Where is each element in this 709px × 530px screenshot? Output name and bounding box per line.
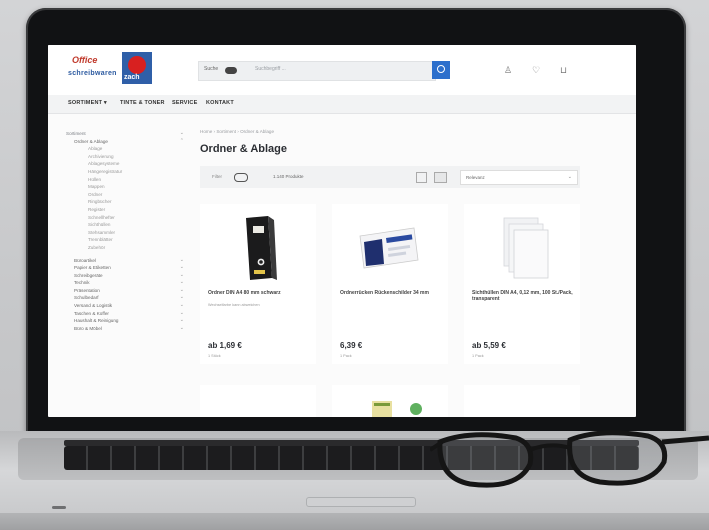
sidebar-item[interactable]: Ringbücher [66, 198, 184, 206]
product-name[interactable]: Sichthüllen DIN A4, 0,12 mm, 100 St./Pac… [472, 290, 576, 303]
sidebar-item[interactable]: Präsentation ⌄ [66, 287, 184, 295]
product-name[interactable]: Ordner DIN A4 80 mm schwarz [208, 290, 312, 296]
sidebar-item[interactable]: Ablage [66, 145, 184, 153]
sidebar-item[interactable]: Sortiment ⌄ [66, 130, 184, 138]
sidebar-item[interactable]: Papier & Etiketten ⌄ [66, 264, 184, 272]
sidebar-item[interactable]: Mappen [66, 183, 184, 191]
laptop-screen: Office schreibwaren zach Suche Suchbegri… [48, 45, 636, 417]
wishlist-icon[interactable]: ♡ [532, 65, 542, 75]
product-card[interactable]: Sichthüllen DIN A4, 0,12 mm, 100 St./Pac… [464, 204, 580, 364]
sheet-protector-product-image [503, 217, 549, 279]
grid-view-icon[interactable] [416, 172, 427, 183]
nav-item-kontakt[interactable]: KONTAKT [206, 100, 234, 106]
sidebar-item[interactable]: Schulbedarf ⌄ [66, 294, 184, 302]
main-nav: SORTIMENT ▾ TINTE & TONER SERVICE KONTAK… [48, 95, 636, 114]
search-bar[interactable]: Suche Suchbegriff ... [198, 61, 436, 81]
product-price: ab 1,69 € [208, 341, 242, 350]
sidebar-item[interactable]: Ordner & Ablage ⌃ [66, 138, 184, 146]
sidebar-item[interactable]: Hüllen [66, 176, 184, 184]
category-sidebar: Sortiment ⌄ Ordner & Ablage ⌃ Ablage Archi… [66, 130, 184, 332]
sidebar-item[interactable]: Technik ⌄ [66, 279, 184, 287]
list-view-icon[interactable] [434, 172, 447, 183]
sidebar-item[interactable]: Schnellhefter [66, 214, 184, 222]
sidebar-item[interactable]: Trennblätter [66, 236, 184, 244]
sidebar-item[interactable]: Schreibgeräte ⌄ [66, 272, 184, 280]
sidebar-item[interactable]: Taschen & Koffer ⌄ [66, 310, 184, 318]
product-price: ab 5,59 € [472, 341, 506, 350]
sidebar-item[interactable]: Ablagesysteme [66, 160, 184, 168]
logo-line-2: schreibwaren [68, 70, 117, 77]
product-note: Wechselfarbe kann abweichen [208, 303, 260, 307]
filter-toggle[interactable] [234, 173, 248, 182]
sidebar-item[interactable]: Zubehör [66, 244, 184, 252]
brand-logo[interactable]: zach [122, 52, 152, 84]
brand-logo-word: zach [124, 74, 140, 81]
search-button[interactable] [432, 61, 450, 79]
sidebar-item[interactable]: Register [66, 206, 184, 214]
product-card[interactable] [464, 385, 580, 417]
search-toggle-label: Suche [204, 66, 219, 72]
label-pack-product-image [359, 227, 419, 269]
logo-line-1: Office [72, 55, 98, 65]
binder-product-image [246, 216, 277, 280]
product-name[interactable]: Ordnerrücken Rückenschilder 34 mm [340, 290, 444, 296]
sidebar-item[interactable]: Archivierung [66, 153, 184, 161]
filter-bar: Filter 1.140 Produkte Relevanz ⌄ [200, 166, 580, 188]
sidebar-item[interactable]: Büroartikel ⌄ [66, 257, 184, 265]
laptop-front-edge [0, 513, 709, 530]
breadcrumb[interactable]: Home › Sortiment › Ordner & Ablage [200, 129, 274, 134]
product-unit: 1 Pack [472, 354, 484, 358]
reading-glasses [430, 430, 709, 488]
sort-select[interactable]: Relevanz ⌄ [460, 170, 578, 185]
nav-item-sortiment[interactable]: SORTIMENT ▾ [68, 100, 107, 106]
product-unit: 1 Stück [208, 354, 221, 358]
office-logo[interactable]: Office schreibwaren [68, 55, 118, 81]
site-header: Office schreibwaren zach Suche Suchbegri… [48, 45, 636, 95]
product-card[interactable]: Ordner DIN A4 80 mm schwarz Wechselfarbe… [200, 204, 316, 364]
product-count: 1.140 Produkte [273, 174, 304, 179]
product-card[interactable]: Ordnerrücken Rückenschilder 34 mm 6,39 €… [332, 204, 448, 364]
product-unit: 1 Pack [340, 354, 352, 358]
sidebar-item[interactable]: Sichthüllen [66, 221, 184, 229]
product-image-partial [372, 401, 422, 417]
sort-value: Relevanz [466, 175, 485, 180]
search-input[interactable]: Suchbegriff ... [255, 66, 286, 72]
sidebar-item[interactable]: Ordner [66, 191, 184, 199]
search-toggle[interactable] [225, 67, 237, 74]
product-price: 6,39 € [340, 341, 363, 350]
nav-item-tinte-toner[interactable]: TINTE & TONER [120, 100, 165, 106]
chevron-down-icon: ⌄ [567, 174, 572, 180]
sidebar-item[interactable]: Büro & Möbel ⌄ [66, 325, 184, 333]
account-icon[interactable]: ♙ [504, 65, 514, 75]
sidebar-item[interactable]: Haushalt & Reinigung ⌄ [66, 317, 184, 325]
page-title: Ordner & Ablage [200, 143, 287, 155]
cart-icon[interactable]: ⊔ [560, 65, 570, 75]
sidebar-item[interactable]: Hängeregistratur [66, 168, 184, 176]
brand-logo-dot [128, 56, 146, 74]
nav-item-service[interactable]: SERVICE [172, 100, 197, 106]
sidebar-item[interactable]: Versand & Logistik ⌄ [66, 302, 184, 310]
filter-label: Filter [212, 174, 222, 179]
product-card[interactable] [200, 385, 316, 417]
sidebar-item[interactable]: Stehsammler [66, 229, 184, 237]
status-light [52, 506, 66, 509]
trackpad-lip [306, 497, 416, 507]
product-card[interactable] [332, 385, 448, 417]
